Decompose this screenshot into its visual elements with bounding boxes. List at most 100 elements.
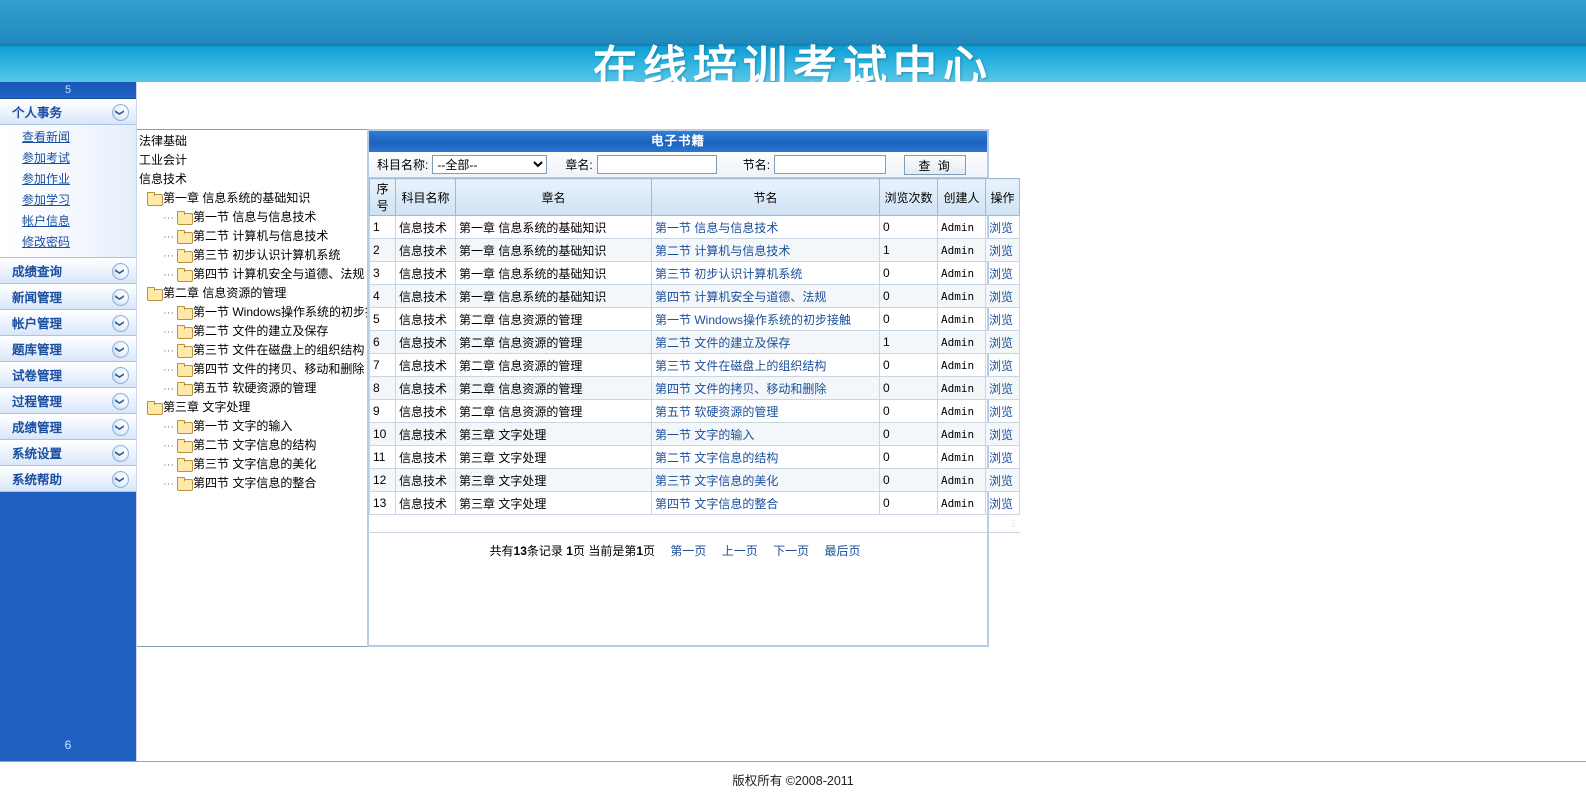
chevron-down-icon[interactable]: ❯ <box>112 263 129 280</box>
folder-icon <box>177 306 193 320</box>
tree-node[interactable]: ··· 第三节 初步认识计算机系统 <box>139 246 368 265</box>
sidebar-group-header[interactable]: 系统帮助 ❯ <box>0 466 136 492</box>
pagination: 共有13条记录 1页 当前是第1页 第一页 上一页 下一页 最后页 <box>369 533 987 559</box>
sidebar-group-header[interactable]: 系统设置 ❯ <box>0 440 136 466</box>
sidebar-group: 系统帮助 ❯ <box>0 466 136 492</box>
tree-node[interactable]: ··· 第四节 计算机安全与道德、法规 <box>139 265 368 284</box>
prev-page-link[interactable]: 上一页 <box>722 544 758 558</box>
chevron-down-icon[interactable]: ❯ <box>112 393 129 410</box>
tree-node[interactable]: 第一章 信息系统的基础知识 <box>139 189 368 208</box>
table-cell-creator: Admin <box>937 307 986 331</box>
tree-node[interactable]: 工业会计 <box>139 151 368 170</box>
table-cell-op: 浏览 <box>985 399 1020 423</box>
next-page-link[interactable]: 下一页 <box>773 544 809 558</box>
tree-node[interactable]: ··· 第五节 软硬资源的管理 <box>139 379 368 398</box>
table-cell-section: 第三节 文件在磁盘上的组织结构 <box>655 358 827 373</box>
view-link[interactable]: 浏览 <box>989 336 1013 350</box>
tree-node[interactable]: ··· 第三节 文件在磁盘上的组织结构 <box>139 341 368 360</box>
view-link[interactable]: 浏览 <box>989 382 1013 396</box>
sidebar-group-header[interactable]: 成绩查询 ❯ <box>0 258 136 284</box>
table-cell-subject: 信息技术 <box>395 468 456 492</box>
chapter-input[interactable] <box>596 155 717 174</box>
sidebar-group-header[interactable]: 个人事务 ❯ <box>0 99 136 125</box>
tree-node[interactable]: 第二章 信息资源的管理 <box>139 284 368 303</box>
view-link[interactable]: 浏览 <box>989 451 1013 465</box>
tree-node[interactable]: ··· 第二节 文字信息的结构 <box>139 436 368 455</box>
view-link[interactable]: 浏览 <box>989 290 1013 304</box>
course-tree-panel[interactable]: 法律基础 工业会计 信息技术 第一章 信息系统的基础知识 ··· 第一节 信息与信息技术 ·… <box>137 129 369 647</box>
sidebar-group-header[interactable]: 新闻管理 ❯ <box>0 284 136 310</box>
sidebar-link[interactable]: 帐户信息 <box>0 211 136 232</box>
first-page-link[interactable]: 第一页 <box>670 544 706 558</box>
tree-node[interactable]: ··· 第二节 计算机与信息技术 <box>139 227 368 246</box>
table-cell-subject: 信息技术 <box>395 215 456 239</box>
sidebar-group-header[interactable]: 试卷管理 ❯ <box>0 362 136 388</box>
pages-count: 1 <box>566 544 573 558</box>
table-cell-idx: 11 <box>369 445 396 469</box>
folder-icon <box>177 382 193 396</box>
tree-connector-icon: ··· <box>163 440 174 452</box>
last-page-link[interactable]: 最后页 <box>824 544 860 558</box>
view-link[interactable]: 浏览 <box>989 428 1013 442</box>
tree-node[interactable]: ··· 第一节 Windows操作系统的初步接触 <box>139 303 368 322</box>
tree-node[interactable]: ··· 第四节 文字信息的整合 <box>139 474 368 493</box>
table-cell-creator: Admin <box>937 376 986 400</box>
current-suffix: 页 <box>643 544 656 558</box>
chevron-down-icon[interactable]: ❯ <box>112 419 129 436</box>
view-link[interactable]: 浏览 <box>989 313 1013 327</box>
query-button[interactable]: 查 询 <box>904 154 967 175</box>
sidebar-group: 成绩管理 ❯ <box>0 414 136 440</box>
tree-node[interactable]: ··· 第一节 信息与信息技术 <box>139 208 368 227</box>
sidebar-group-header[interactable]: 帐户管理 ❯ <box>0 310 136 336</box>
tree-node-label: 第三节 文字信息的美化 <box>193 457 317 471</box>
tree-node[interactable]: ··· 第一节 文字的输入 <box>139 417 368 436</box>
sidebar-link[interactable]: 参加学习 <box>0 190 136 211</box>
view-link[interactable]: 浏览 <box>989 474 1013 488</box>
view-link[interactable]: 浏览 <box>989 221 1013 235</box>
table-cell-creator: Admin <box>937 422 986 446</box>
tree-node[interactable]: 第三章 文字处理 <box>139 398 368 417</box>
view-link[interactable]: 浏览 <box>989 497 1013 511</box>
chevron-down-icon[interactable]: ❯ <box>112 471 129 488</box>
total-prefix: 共有 <box>489 544 514 558</box>
chevron-down-icon[interactable]: ❯ <box>112 367 129 384</box>
sidebar-link[interactable]: 参加作业 <box>0 169 136 190</box>
view-link[interactable]: 浏览 <box>989 244 1013 258</box>
sidebar-group-header[interactable]: 成绩管理 ❯ <box>0 414 136 440</box>
page-footer: 版权所有 ©2008-2011 <box>0 761 1586 797</box>
chevron-down-icon[interactable]: ❯ <box>112 341 129 358</box>
table-header-row: 序号 科目名称 章名 节名 浏览次数 创建人 操作 <box>369 178 1020 216</box>
chevron-down-icon[interactable]: ❯ <box>112 104 129 121</box>
sidebar-link[interactable]: 参加考试 <box>0 148 136 169</box>
view-link[interactable]: 浏览 <box>989 267 1013 281</box>
table-cell-subject: 信息技术 <box>395 422 456 446</box>
tree-node[interactable]: ··· 第四节 文件的拷贝、移动和删除 <box>139 360 368 379</box>
view-link[interactable]: 浏览 <box>989 405 1013 419</box>
tree-node[interactable]: 信息技术 <box>139 170 368 189</box>
sidebar-group-body: 查看新闻 参加考试 参加作业 参加学习 帐户信息 修改密码 <box>0 125 136 258</box>
table-row: 7 信息技术 第二章 信息资源的管理 第三节 文件在磁盘上的组织结构 0 Admin 浏览 <box>369 353 1020 377</box>
sidebar-link[interactable]: 查看新闻 <box>0 127 136 148</box>
table-cell-subject: 信息技术 <box>395 261 456 285</box>
table-cell-views: 0 <box>879 376 938 400</box>
subject-select[interactable]: --全部--法律基础工业会计信息技术 <box>432 155 548 174</box>
table-column-header: 章名 <box>455 178 652 216</box>
tree-node[interactable]: ··· 第三节 文字信息的美化 <box>139 455 368 474</box>
table-cell-chapter: 第三章 文字处理 <box>455 445 652 469</box>
sidebar-group-header[interactable]: 题库管理 ❯ <box>0 336 136 362</box>
view-link[interactable]: 浏览 <box>989 359 1013 373</box>
section-input[interactable] <box>774 155 887 174</box>
panel-title: 电子书籍 <box>369 131 987 152</box>
sidebar-link[interactable]: 修改密码 <box>0 232 136 253</box>
table-cell-section-wrap: 第二节 计算机与信息技术 <box>651 238 880 262</box>
tree-node[interactable]: 法律基础 <box>139 132 368 151</box>
chevron-down-icon[interactable]: ❯ <box>112 289 129 306</box>
table-row: 9 信息技术 第二章 信息资源的管理 第五节 软硬资源的管理 0 Admin 浏览 <box>369 399 1020 423</box>
sidebar-group-header[interactable]: 过程管理 ❯ <box>0 388 136 414</box>
table-cell-section-wrap: 第四节 计算机安全与道德、法规 <box>651 284 880 308</box>
table-cell-section-wrap: 第三节 文件在磁盘上的组织结构 <box>651 353 880 377</box>
tree-node-label: 信息技术 <box>139 172 188 186</box>
chevron-down-icon[interactable]: ❯ <box>112 315 129 332</box>
chevron-down-icon[interactable]: ❯ <box>112 445 129 462</box>
tree-node[interactable]: ··· 第二节 文件的建立及保存 <box>139 322 368 341</box>
